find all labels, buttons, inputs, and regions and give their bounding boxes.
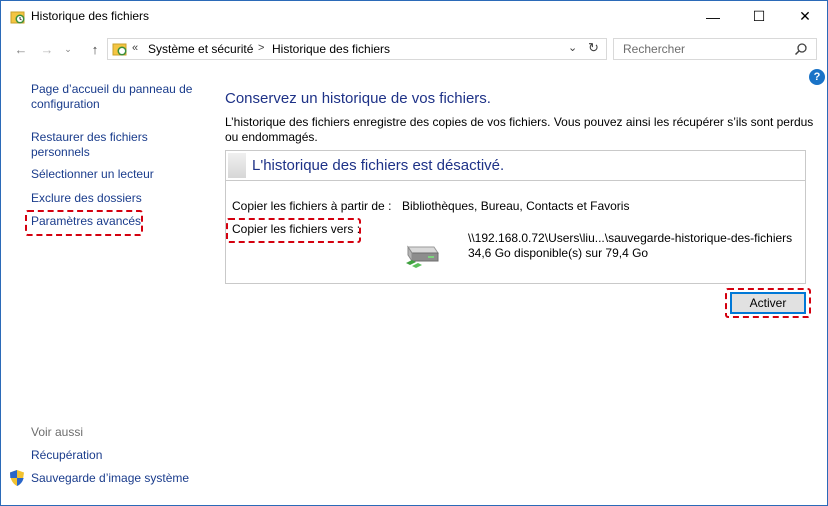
sidebar-item-exclude-folders[interactable]: Exclure des dossiers xyxy=(31,191,142,206)
up-button[interactable]: ↑ xyxy=(85,39,105,59)
close-button[interactable]: ✕ xyxy=(782,1,828,32)
file-history-window: Historique des fichiers — ☐ ✕ ← → ⌄ ↑ « … xyxy=(0,0,828,506)
breadcrumb-separator[interactable]: > xyxy=(258,42,264,54)
page-title: Conservez un historique de vos fichiers. xyxy=(225,90,491,107)
breadcrumb-file-history[interactable]: Historique des fichiers xyxy=(272,42,390,56)
sidebar-item-control-panel-home[interactable]: Page d’accueil du panneau de configurati… xyxy=(31,82,201,112)
sidebar-item-recovery[interactable]: Récupération xyxy=(31,448,102,463)
file-history-icon xyxy=(112,43,127,56)
file-history-icon xyxy=(10,11,25,24)
forward-button[interactable]: → xyxy=(37,39,57,59)
status-panel: L'historique des fichiers est désactivé.… xyxy=(225,150,806,284)
back-button[interactable]: ← xyxy=(11,39,31,59)
navigation-bar: ← → ⌄ ↑ « Système et sécurité > Historiq… xyxy=(1,34,827,64)
breadcrumb-system-security[interactable]: Système et sécurité xyxy=(148,42,253,56)
sidebar-item-select-drive[interactable]: Sélectionner un lecteur xyxy=(31,167,154,182)
copy-from-value: Bibliothèques, Bureau, Contacts et Favor… xyxy=(402,199,630,213)
refresh-button[interactable]: ↻ xyxy=(588,40,599,56)
search-placeholder: Rechercher xyxy=(623,42,686,56)
recent-locations-button[interactable]: ⌄ xyxy=(61,39,75,59)
page-description: L’historique des fichiers enregistre des… xyxy=(225,115,814,144)
status-panel-header: L'historique des fichiers est désactivé. xyxy=(226,151,805,181)
breadcrumb-overflow[interactable]: « xyxy=(132,42,138,54)
status-title: L'historique des fichiers est désactivé. xyxy=(252,157,505,174)
network-drive-icon xyxy=(406,245,439,268)
address-bar[interactable]: « Système et sécurité > Historique des f… xyxy=(107,38,607,60)
backup-drive-space: 34,6 Go disponible(s) sur 79,4 Go xyxy=(468,246,649,260)
sidebar-item-system-image-backup[interactable]: Sauvegarde d’image système xyxy=(31,471,189,486)
highlight-activate-button xyxy=(725,288,811,318)
search-icon[interactable] xyxy=(794,42,808,56)
title-bar: Historique des fichiers — ☐ ✕ xyxy=(1,1,827,32)
minimize-button[interactable]: — xyxy=(690,1,736,32)
highlight-copy-to xyxy=(226,218,361,243)
see-also-heading: Voir aussi xyxy=(31,425,84,439)
sidebar-item-restore-files[interactable]: Restaurer des fichiers personnels xyxy=(31,130,201,160)
left-pane: Page d’accueil du panneau de configurati… xyxy=(1,65,211,505)
copy-from-label: Copier les fichiers à partir de : xyxy=(232,199,392,213)
maximize-button[interactable]: ☐ xyxy=(736,1,782,32)
shield-icon xyxy=(10,470,24,486)
highlight-advanced-settings xyxy=(25,210,143,236)
backup-drive-path: \\192.168.0.72\Users\liu...\sauvegarde-h… xyxy=(468,231,793,245)
window-title: Historique des fichiers xyxy=(31,9,150,23)
status-indicator-bar xyxy=(228,153,246,178)
address-dropdown-button[interactable]: ⌄ xyxy=(568,41,577,54)
search-input[interactable]: Rechercher xyxy=(613,38,817,60)
help-button[interactable]: ? xyxy=(809,69,825,85)
